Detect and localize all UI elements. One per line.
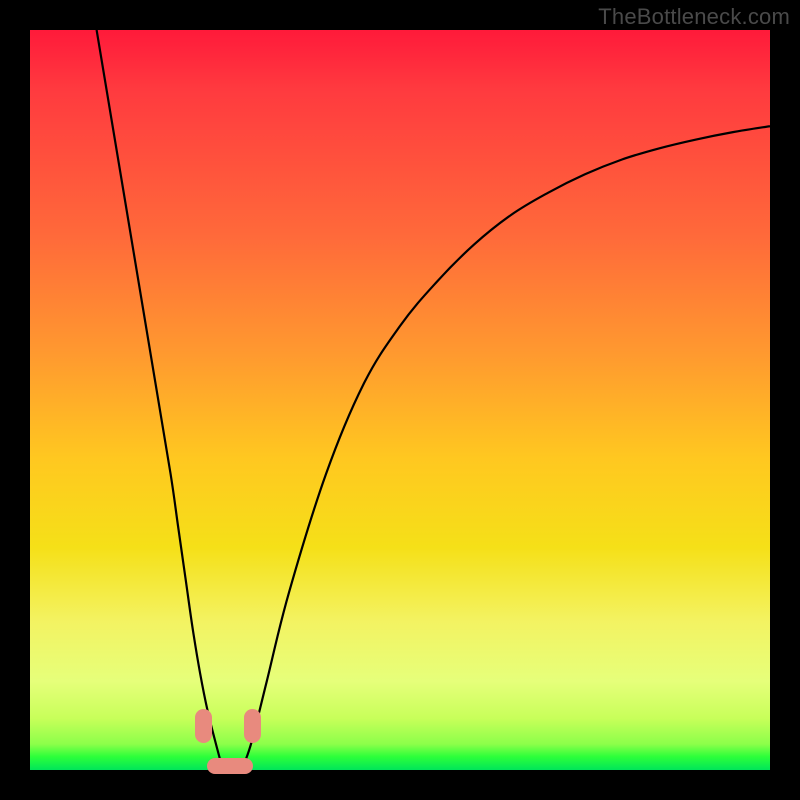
- bottom-flat-marker: [207, 758, 253, 774]
- left-knee-marker: [195, 709, 212, 743]
- plot-area: [30, 30, 770, 770]
- right-curve-path: [245, 126, 770, 762]
- right-knee-marker: [244, 709, 261, 743]
- watermark-text: TheBottleneck.com: [598, 4, 790, 30]
- curve-layer: [30, 30, 770, 770]
- chart-frame: TheBottleneck.com: [0, 0, 800, 800]
- left-curve-path: [97, 30, 221, 763]
